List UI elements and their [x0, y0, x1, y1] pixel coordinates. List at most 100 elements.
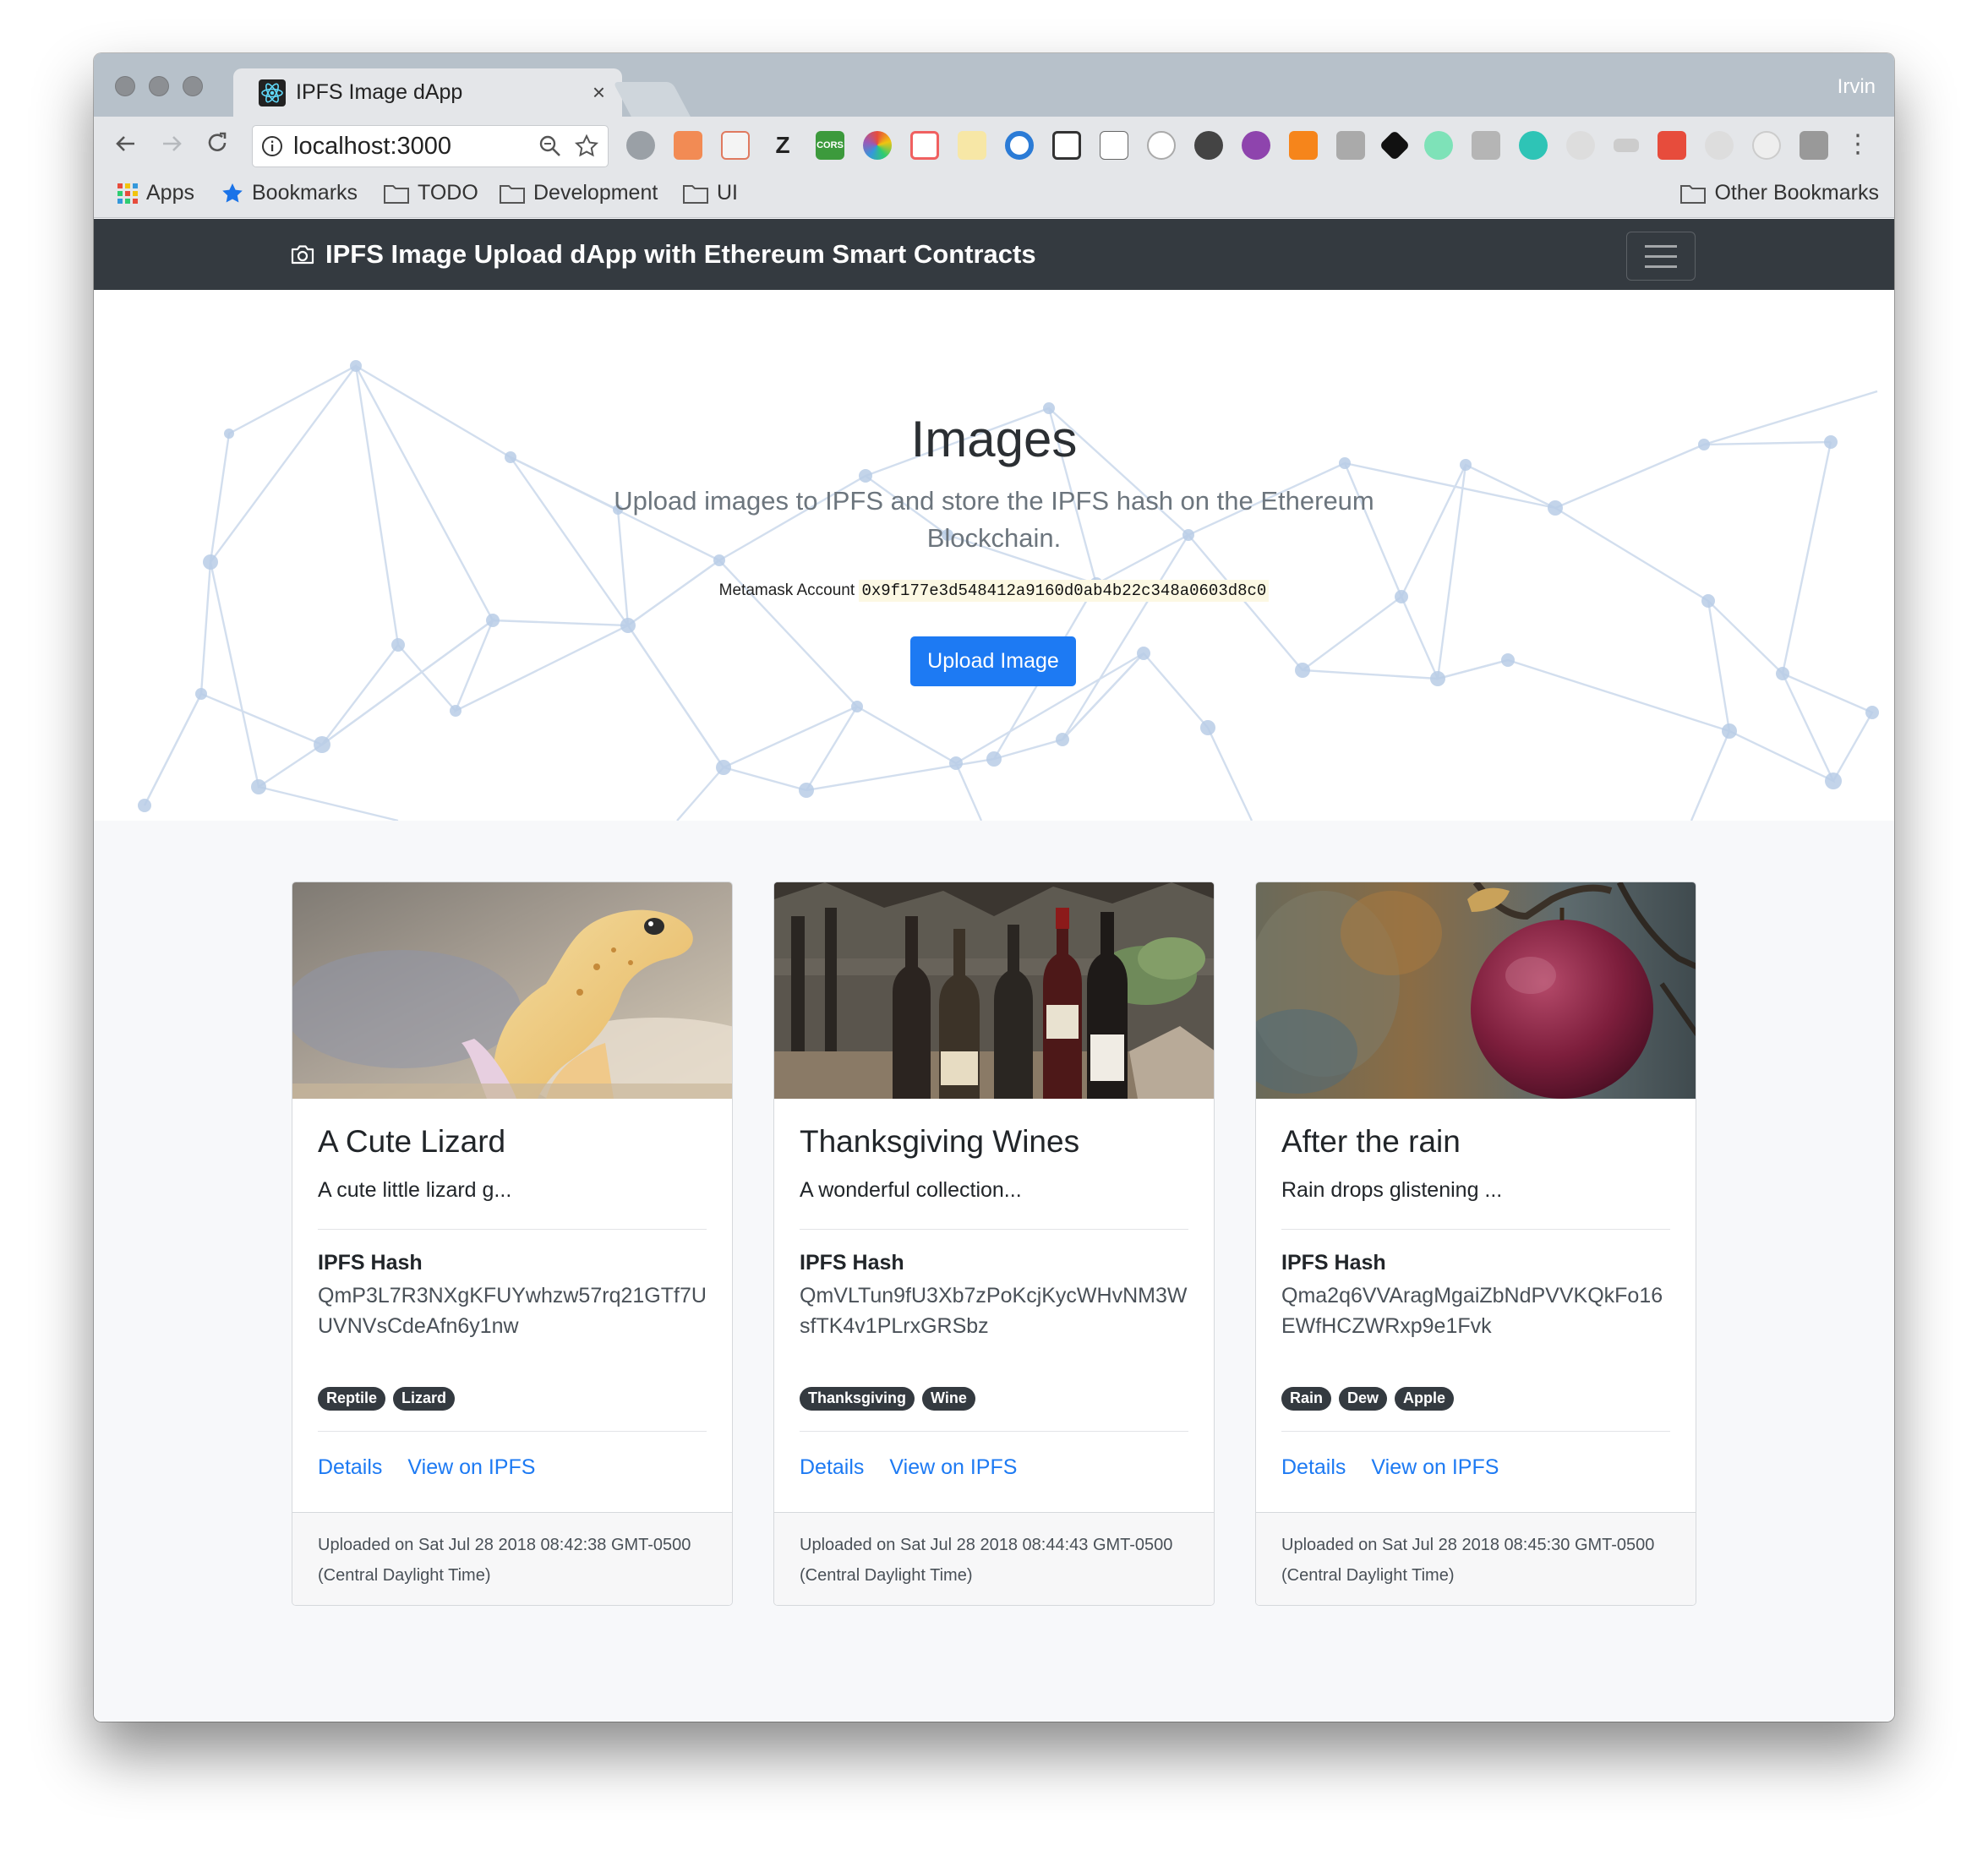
extension-sync-icon[interactable]: [1752, 131, 1781, 160]
bookmark-label: Development: [533, 181, 658, 205]
card-links: Details View on IPFS: [800, 1455, 1188, 1480]
folder-icon: [1680, 184, 1707, 204]
bookmark-folder-ui[interactable]: UI: [682, 181, 738, 205]
extension-calendar-icon[interactable]: [721, 131, 750, 160]
bookmarks-bar: Apps Bookmarks TODO Development UI Other…: [94, 172, 1894, 218]
extension-user-icon[interactable]: [1705, 131, 1734, 160]
bookmark-folder-todo[interactable]: TODO: [383, 181, 478, 205]
card-image-apple[interactable]: [1256, 882, 1696, 1099]
browser-menu-icon[interactable]: ⋮: [1845, 132, 1871, 157]
extension-gray-icon[interactable]: [1566, 131, 1595, 160]
bookmark-label: Other Bookmarks: [1714, 181, 1879, 205]
card-divider: [318, 1229, 707, 1230]
folder-icon: [384, 184, 409, 204]
tag-badge: Thanksgiving: [800, 1387, 915, 1411]
tab-title: IPFS Image dApp: [296, 80, 463, 104]
view-on-ipfs-link[interactable]: View on IPFS: [1371, 1455, 1499, 1480]
extension-screenshot-icon[interactable]: [1052, 131, 1081, 160]
bookmark-bookmarks[interactable]: Bookmarks: [221, 181, 358, 205]
card-divider: [800, 1431, 1188, 1432]
metamask-account: Metamask Account 0x9f177e3d548412a9160d0…: [94, 580, 1894, 602]
extension-a-icon[interactable]: [1147, 131, 1176, 160]
zoom-window-button[interactable]: [183, 76, 203, 96]
tab-close-icon[interactable]: ×: [593, 79, 605, 106]
tag-badge: Dew: [1339, 1387, 1388, 1411]
upload-image-button[interactable]: Upload Image: [910, 636, 1076, 686]
card-footer-uploaded: Uploaded on Sat Jul 28 2018 08:45:30 GMT…: [1256, 1512, 1696, 1605]
extension-gear-icon[interactable]: [626, 131, 655, 160]
forward-icon[interactable]: [155, 127, 188, 161]
image-cards-section: A Cute Lizard A cute little lizard g... …: [94, 821, 1894, 1722]
extension-translate-icon[interactable]: [1100, 131, 1128, 160]
image-card: A Cute Lizard A cute little lizard g... …: [292, 882, 733, 1606]
close-window-button[interactable]: [115, 76, 135, 96]
tab-strip: IPFS Image dApp × Irvin: [94, 53, 1894, 117]
url-text[interactable]: localhost:3000: [293, 133, 527, 161]
bookmark-folder-development[interactable]: Development: [499, 181, 658, 205]
extension-g-icon[interactable]: [1336, 131, 1365, 160]
tag-badge: Apple: [1395, 1387, 1455, 1411]
star-icon: [222, 183, 243, 202]
extensions-row: Z CORS: [626, 129, 1828, 161]
ipfs-hash-label: IPFS Hash: [800, 1251, 904, 1275]
card-image-lizard[interactable]: [292, 882, 732, 1099]
profile-name[interactable]: Irvin: [1838, 75, 1876, 99]
extension-puzzle-icon[interactable]: [1472, 131, 1500, 160]
tag-list: Thanksgiving Wine: [800, 1387, 1188, 1411]
extension-metamask-icon[interactable]: [1289, 131, 1318, 160]
bookmark-label: UI: [717, 181, 738, 205]
bookmark-star-icon[interactable]: [574, 134, 599, 159]
bookmark-label: Apps: [146, 181, 194, 205]
extension-record-icon[interactable]: [910, 131, 939, 160]
details-link[interactable]: Details: [800, 1455, 864, 1480]
card-divider: [318, 1431, 707, 1432]
extension-git-icon[interactable]: [1379, 129, 1411, 161]
new-tab-button[interactable]: [613, 82, 691, 117]
tag-badge: Rain: [1281, 1387, 1332, 1411]
folder-icon: [500, 184, 525, 204]
folder-icon: [683, 184, 708, 204]
info-icon[interactable]: [261, 135, 283, 157]
extension-doc-icon[interactable]: [958, 131, 986, 160]
address-bar[interactable]: localhost:3000: [252, 125, 609, 167]
back-icon[interactable]: [109, 127, 143, 161]
card-divider: [1281, 1229, 1670, 1230]
view-on-ipfs-link[interactable]: View on IPFS: [889, 1455, 1017, 1480]
bookmark-label: TODO: [418, 181, 478, 205]
navbar-brand[interactable]: IPFS Image Upload dApp with Ethereum Sma…: [290, 239, 1036, 270]
extension-red-icon[interactable]: [1658, 131, 1686, 160]
extension-brave-icon[interactable]: [674, 131, 702, 160]
card-title: Thanksgiving Wines: [800, 1124, 1080, 1159]
extension-circle-icon[interactable]: [1005, 131, 1034, 160]
extension-gplus-icon[interactable]: [1800, 131, 1828, 160]
bookmark-apps[interactable]: Apps: [117, 181, 194, 205]
extension-xml-icon[interactable]: [1614, 139, 1639, 152]
card-divider: [800, 1229, 1188, 1230]
view-on-ipfs-link[interactable]: View on IPFS: [407, 1455, 535, 1480]
zoom-icon[interactable]: [538, 134, 562, 158]
card-image-wines[interactable]: [774, 882, 1214, 1099]
extension-purple-icon[interactable]: [1242, 131, 1270, 160]
extension-z-icon[interactable]: Z: [768, 131, 797, 160]
extension-green-icon[interactable]: [1424, 131, 1453, 160]
apps-grid-icon: [117, 183, 138, 204]
extension-m-icon[interactable]: [1519, 131, 1548, 160]
tag-list: Reptile Lizard: [318, 1387, 707, 1411]
react-icon: [259, 79, 286, 106]
ipfs-hash-label: IPFS Hash: [1281, 1251, 1386, 1275]
extension-color-wheel-icon[interactable]: [863, 131, 892, 160]
navbar-toggler-button[interactable]: [1626, 232, 1696, 281]
extension-recycle-icon[interactable]: [1194, 131, 1223, 160]
image-card: After the rain Rain drops glistening ...…: [1255, 882, 1696, 1606]
card-footer-uploaded: Uploaded on Sat Jul 28 2018 08:44:43 GMT…: [774, 1512, 1214, 1605]
card-footer-uploaded: Uploaded on Sat Jul 28 2018 08:42:38 GMT…: [292, 1512, 732, 1605]
hero-lead: Upload images to IPFS and store the IPFS…: [614, 486, 1374, 553]
details-link[interactable]: Details: [318, 1455, 382, 1480]
tab-active[interactable]: IPFS Image dApp ×: [233, 68, 622, 117]
minimize-window-button[interactable]: [149, 76, 169, 96]
details-link[interactable]: Details: [1281, 1455, 1346, 1480]
bookmark-other-bookmarks[interactable]: Other Bookmarks: [1679, 181, 1879, 205]
reload-icon[interactable]: [200, 127, 234, 161]
card-title: After the rain: [1281, 1124, 1461, 1159]
extension-cors-icon[interactable]: CORS: [816, 131, 844, 160]
